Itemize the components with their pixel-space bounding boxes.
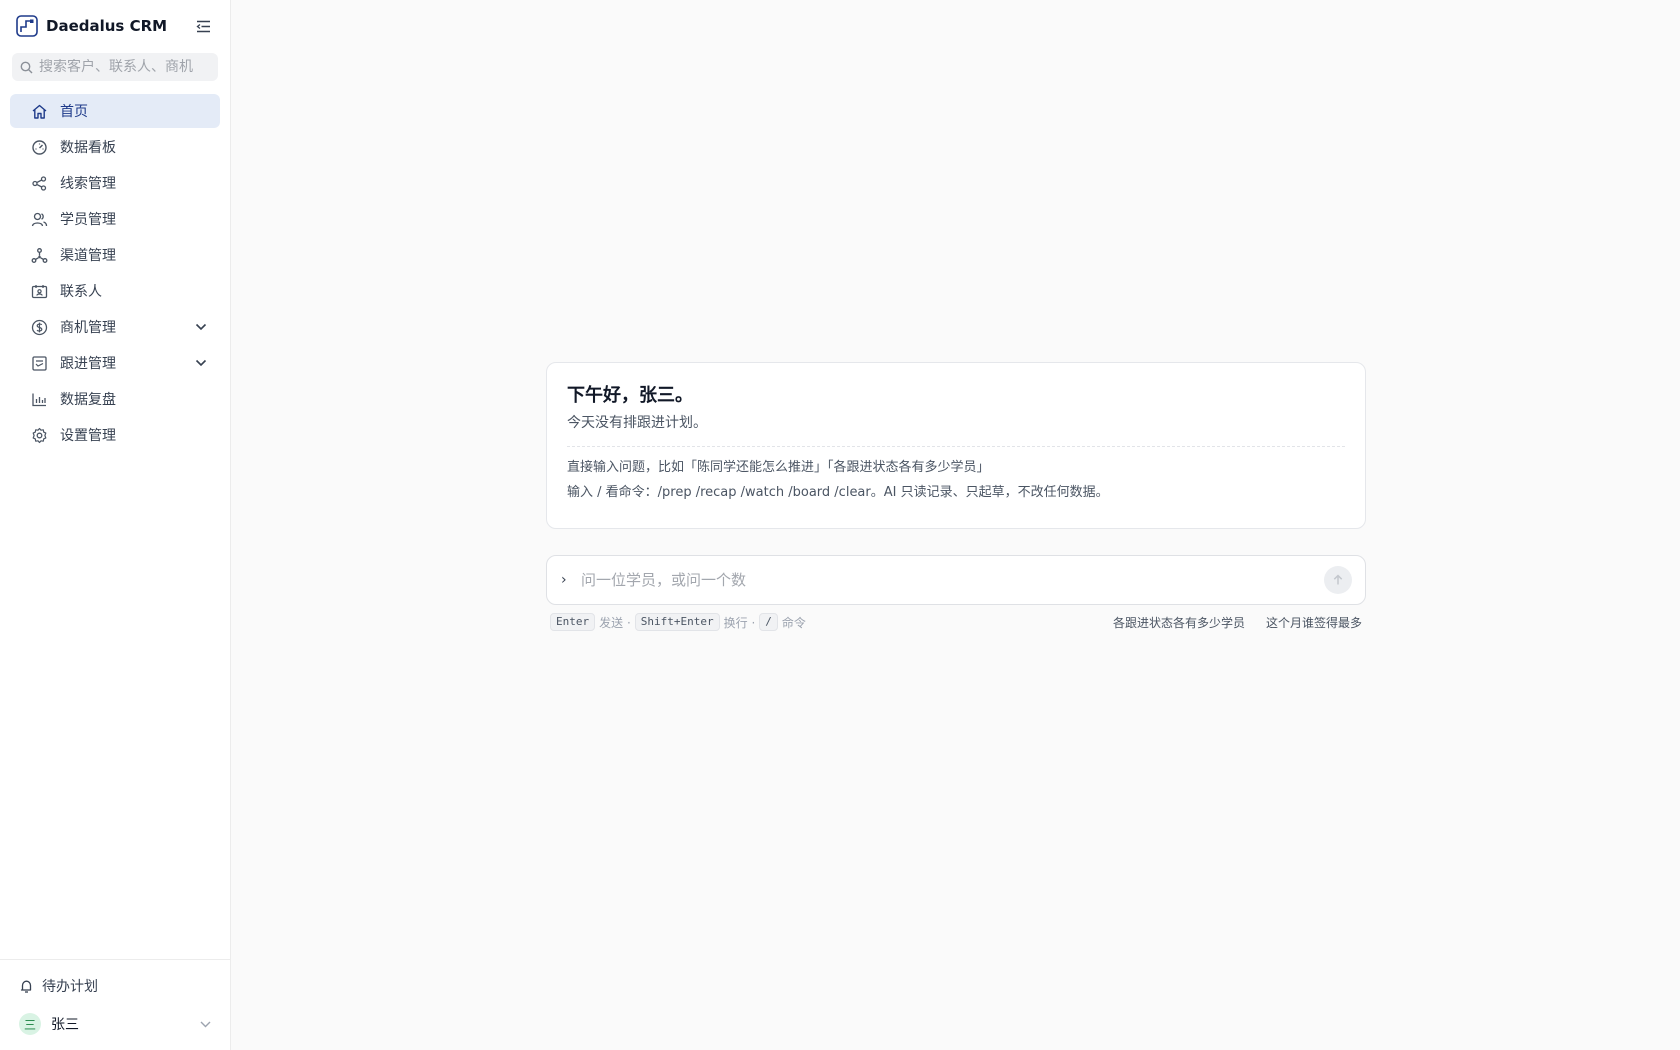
slash-key-badge: / [759, 613, 778, 631]
send-button[interactable] [1324, 566, 1352, 594]
nav-item-opportunities[interactable]: 商机管理 [10, 310, 220, 344]
sidebar-footer: 待办计划 三 张三 [0, 959, 230, 1050]
arrow-up-icon [1333, 574, 1343, 585]
nav-label: 首页 [60, 104, 88, 120]
dollar-icon [31, 319, 48, 336]
sidebar: Daedalus CRM 首页 [0, 0, 231, 1050]
divider [567, 446, 1345, 447]
shift-enter-key-badge: Shift+Enter [634, 613, 720, 631]
nav-item-review[interactable]: 数据复盘 [10, 382, 220, 416]
usage-hint: 直接输入问题，比如「陈同学还能怎么推进」「各跟进状态各有多少学员」 [567, 460, 990, 475]
chat-input[interactable] [581, 571, 1314, 589]
slash-action: 命令 [781, 615, 806, 630]
nav-label: 线索管理 [60, 176, 116, 192]
enter-key-badge: Enter [550, 613, 596, 631]
checklist-icon [31, 355, 48, 372]
enter-action: 发送 · [599, 615, 631, 630]
collapse-sidebar-button[interactable] [192, 15, 214, 37]
share-icon [31, 175, 48, 192]
chevron-down-icon[interactable] [194, 356, 208, 370]
bell-icon [20, 980, 32, 993]
prompt-chevron-icon: › [561, 572, 567, 588]
network-icon [31, 247, 48, 264]
nav-label: 跟进管理 [60, 356, 116, 372]
nav-item-settings[interactable]: 设置管理 [10, 418, 220, 452]
suggestion-chip[interactable]: 这个月谁签得最多 [1266, 614, 1362, 631]
app-name: Daedalus CRM [46, 17, 168, 35]
nav-item-contacts[interactable]: 联系人 [10, 274, 220, 308]
users-icon [31, 211, 48, 228]
nav-label: 商机管理 [60, 320, 116, 336]
bar-chart-icon [31, 391, 48, 408]
nav-item-home[interactable]: 首页 [10, 94, 220, 128]
global-search[interactable] [12, 53, 218, 81]
main-nav: 首页 数据看板 线索管理 学员管理 渠道管理 联系人 商机管理 跟进管理 数据复… [0, 94, 230, 452]
menu-collapse-icon [195, 20, 210, 32]
logo-icon [16, 15, 38, 37]
schedule-status: 今天没有排跟进计划。 [567, 415, 707, 431]
search-icon [20, 61, 33, 73]
nav-label: 学员管理 [60, 212, 116, 228]
nav-item-students[interactable]: 学员管理 [10, 202, 220, 236]
user-menu[interactable]: 三 张三 [0, 1004, 230, 1044]
chevron-down-icon[interactable] [194, 320, 208, 334]
main-content: 下午好，张三。 今天没有排跟进计划。 直接输入问题，比如「陈同学还能怎么推进」「… [231, 0, 1680, 1050]
welcome-card: 下午好，张三。 今天没有排跟进计划。 直接输入问题，比如「陈同学还能怎么推进」「… [546, 362, 1366, 529]
nav-item-followups[interactable]: 跟进管理 [10, 346, 220, 380]
nav-item-dashboard[interactable]: 数据看板 [10, 130, 220, 164]
nav-label: 数据复盘 [60, 392, 116, 408]
todo-plan-button[interactable]: 待办计划 [0, 968, 230, 1004]
todo-label: 待办计划 [42, 979, 98, 995]
nav-label: 数据看板 [60, 140, 116, 156]
nav-label: 渠道管理 [60, 248, 116, 264]
contact-card-icon [31, 283, 48, 300]
nav-item-channels[interactable]: 渠道管理 [10, 238, 220, 272]
gear-icon [31, 427, 48, 444]
suggestion-chip[interactable]: 各跟进状态各有多少学员 [1113, 614, 1245, 631]
nav-label: 联系人 [60, 284, 102, 300]
avatar: 三 [19, 1013, 41, 1035]
search-input[interactable] [39, 59, 210, 75]
nav-item-leads[interactable]: 线索管理 [10, 166, 220, 200]
commands-hint: 输入 / 看命令：/prep /recap /watch /board /cle… [567, 485, 1109, 500]
nav-label: 设置管理 [60, 428, 116, 444]
app-root: Daedalus CRM 首页 [0, 0, 1680, 1050]
brand-header: Daedalus CRM [0, 0, 230, 52]
home-icon [31, 103, 48, 120]
chat-input-box[interactable]: › [546, 555, 1366, 605]
input-meta-bar: Enter 发送 · Shift+Enter 换行 · / 命令 各跟进状态各有… [550, 612, 1362, 632]
user-name: 张三 [51, 1017, 79, 1033]
chevron-down-icon [200, 1021, 211, 1028]
greeting-title: 下午好，张三。 [567, 385, 693, 406]
shift-enter-action: 换行 · [723, 615, 756, 630]
gauge-icon [31, 139, 48, 156]
